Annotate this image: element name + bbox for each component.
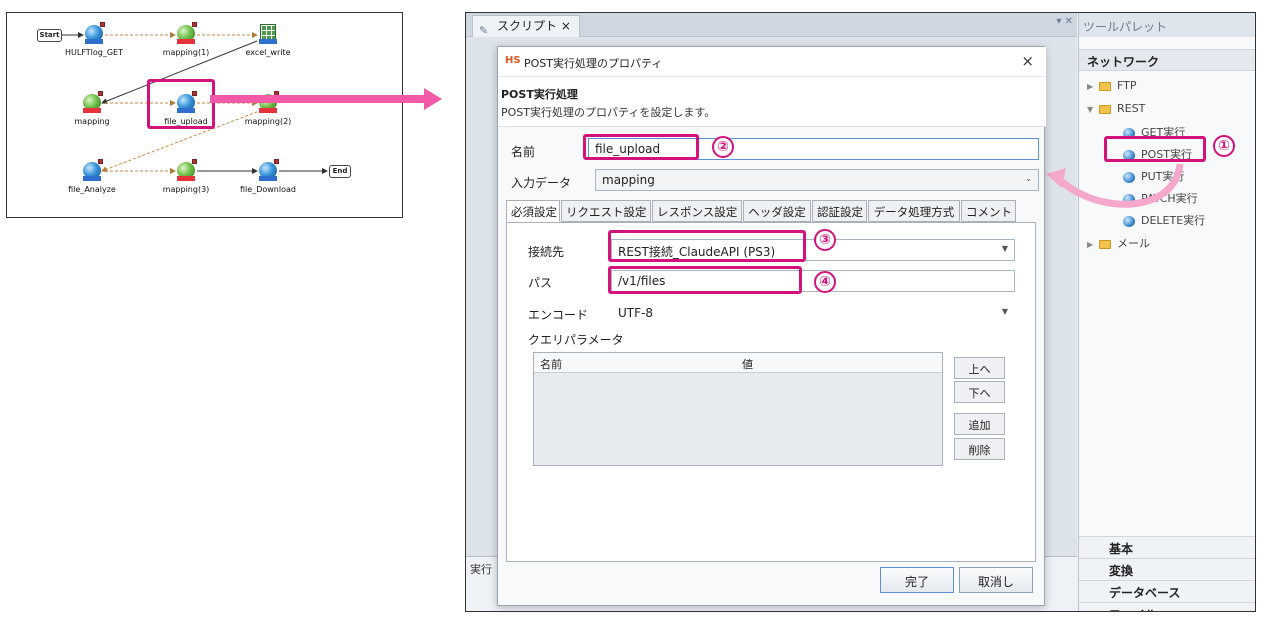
callout-4: ④	[814, 271, 836, 293]
script-icon: ✎	[479, 24, 489, 37]
connection-label: 接続先	[528, 245, 565, 259]
palette-section-network[interactable]: ネットワーク	[1079, 49, 1255, 71]
node-label: HULFTlog_GET	[64, 48, 123, 57]
mapping-icon	[175, 159, 197, 183]
input-data-value: mapping	[602, 173, 655, 187]
dropdown-arrow-icon: ▼	[1001, 244, 1008, 253]
palette-category-convert[interactable]: 変換	[1079, 558, 1255, 580]
table-header: 名前 値	[534, 353, 942, 373]
excel-icon	[257, 24, 279, 46]
tree-label: REST	[1117, 102, 1146, 115]
node-hulftlog-get[interactable]: HULFTlog_GET	[49, 22, 139, 57]
palette-category-database[interactable]: データベース	[1079, 580, 1255, 602]
tab-auth[interactable]: 認証設定	[812, 200, 867, 222]
dialog-titlebar: HS POST実行処理のプロパティ ×	[498, 47, 1046, 77]
move-down-button[interactable]: 下へ	[954, 381, 1005, 403]
file-upload-highlight	[147, 79, 215, 129]
node-label: file_Download	[240, 185, 296, 194]
tree-folder-rest[interactable]: ▼ REST	[1087, 102, 1145, 115]
tree-folder-ftp[interactable]: ▶ FTP	[1087, 79, 1137, 92]
palette-title: ツールパレット	[1079, 13, 1255, 37]
node-mapping1[interactable]: mapping(1)	[141, 22, 231, 57]
node-label: mapping(3)	[162, 185, 210, 194]
folder-icon	[1099, 104, 1111, 114]
collapse-arrow-icon: ▼	[1087, 105, 1094, 114]
dialog-description: POST実行処理のプロパティを設定します。	[501, 106, 716, 119]
tab-script[interactable]: ✎ スクリプト ×	[472, 15, 580, 37]
tab-header[interactable]: ヘッダ設定	[743, 200, 811, 222]
folder-icon	[1099, 81, 1111, 91]
rest-icon	[81, 159, 103, 183]
end-node[interactable]: End	[329, 165, 351, 178]
move-up-button[interactable]: 上へ	[954, 357, 1005, 379]
execution-tab-label[interactable]: 実行	[470, 561, 492, 577]
delete-button[interactable]: 削除	[954, 438, 1005, 460]
encode-value: UTF-8	[618, 306, 653, 320]
editor-tabstrip: ✎ スクリプト × ▾ ✕	[466, 13, 1077, 37]
palette-category-basic[interactable]: 基本	[1079, 536, 1255, 558]
connection-highlight	[608, 230, 806, 262]
folder-icon	[1099, 239, 1111, 249]
tool-palette: ツールパレット ネットワーク ▶ FTP ▼ REST GET実行 POST実行 P…	[1078, 13, 1255, 611]
rest-icon	[83, 22, 105, 46]
dialog-header: POST実行処理 POST実行処理のプロパティを設定します。	[498, 77, 1046, 127]
mapping-icon	[81, 91, 103, 115]
tab-comment[interactable]: コメント	[961, 200, 1016, 222]
callout-3: ③	[814, 229, 836, 251]
node-label: mapping	[74, 117, 110, 126]
callout-2: ②	[712, 136, 734, 158]
path-highlight	[608, 266, 802, 294]
tab-required[interactable]: 必須設定	[506, 200, 560, 222]
tree-label: メール	[1117, 237, 1150, 250]
close-icon[interactable]: ×	[1021, 52, 1034, 70]
query-params-table[interactable]: 名前 値	[533, 352, 943, 466]
curved-arrow-icon	[1046, 163, 1184, 208]
node-excel-write[interactable]: excel_write	[223, 24, 313, 57]
tab-script-label: スクリプト ×	[497, 19, 571, 33]
ok-button[interactable]: 完了	[880, 567, 954, 593]
tab-request[interactable]: リクエスト設定	[561, 200, 651, 222]
node-label: file_Analyze	[68, 185, 116, 194]
add-button[interactable]: 追加	[954, 413, 1005, 435]
node-mapping3[interactable]: mapping(3)	[141, 159, 231, 194]
pointer-arrow-icon	[210, 88, 442, 110]
dialog-heading: POST実行処理	[501, 88, 578, 101]
node-label: excel_write	[245, 48, 291, 57]
node-label: mapping(2)	[244, 117, 292, 126]
node-mapping[interactable]: mapping	[47, 91, 137, 126]
query-params-label: クエリパラメータ	[528, 333, 624, 347]
encode-select[interactable]: UTF-8 ▼	[611, 302, 1015, 324]
tree-folder-mail[interactable]: ▶ メール	[1087, 235, 1150, 251]
name-field-highlight	[583, 134, 699, 160]
palette-category-file[interactable]: ファイル	[1079, 602, 1255, 611]
app-logo: HS	[505, 55, 521, 66]
minimize-close-icon[interactable]: ▾ ✕	[1056, 16, 1073, 27]
cancel-button[interactable]: 取消し	[959, 567, 1033, 593]
input-data-select[interactable]: mapping ⌄	[595, 169, 1039, 191]
mapping-icon	[175, 22, 197, 46]
node-file-analyze[interactable]: file_Analyze	[47, 159, 137, 194]
node-file-download[interactable]: file_Download	[223, 159, 313, 194]
chevron-down-icon: ⌄	[1025, 174, 1032, 183]
tab-response[interactable]: レスポンス設定	[652, 200, 742, 222]
encode-label: エンコード	[528, 308, 589, 322]
post-properties-dialog: HS POST実行処理のプロパティ × POST実行処理 POST実行処理のプロ…	[497, 46, 1046, 606]
input-data-label: 入力データ	[511, 176, 572, 190]
dropdown-arrow-icon: ▼	[1001, 307, 1008, 316]
column-name: 名前	[540, 358, 562, 371]
node-label: mapping(1)	[162, 48, 210, 57]
flow-diagram: Start HULFTlog_GET mapping(1) excel_writ…	[6, 12, 403, 218]
expand-arrow-icon: ▶	[1087, 82, 1094, 91]
column-value: 値	[742, 358, 753, 371]
tree-label: FTP	[1117, 79, 1137, 92]
tab-data-processing[interactable]: データ処理方式	[868, 200, 960, 222]
dialog-title: POST実行処理のプロパティ	[524, 57, 663, 70]
name-label: 名前	[511, 145, 536, 159]
path-label: パス	[528, 276, 553, 290]
callout-1: ①	[1213, 135, 1235, 157]
expand-arrow-icon: ▶	[1087, 240, 1094, 249]
rest-icon	[257, 159, 279, 183]
